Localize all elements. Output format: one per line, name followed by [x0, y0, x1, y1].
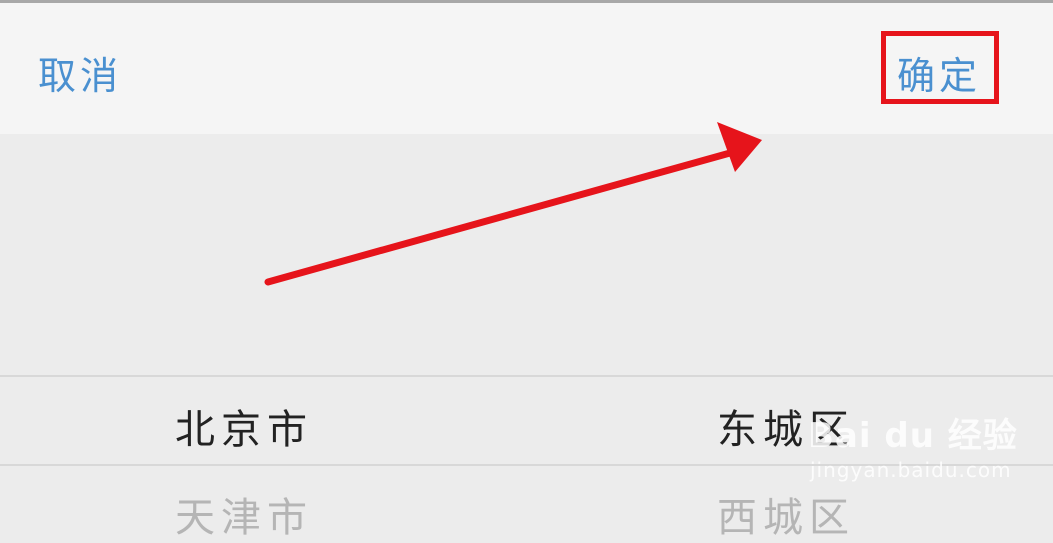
district-next[interactable]: 西城区 — [717, 485, 855, 543]
province-selected[interactable]: 北京市 — [175, 397, 313, 455]
selection-top-line — [0, 375, 1053, 377]
province-next[interactable]: 天津市 — [175, 485, 313, 543]
watermark-url: jingyan.baidu.com — [810, 458, 1012, 482]
confirm-highlight-box — [881, 31, 999, 104]
watermark-brand: Bai du 经验 — [808, 416, 1018, 456]
cancel-button[interactable]: 取消 — [38, 45, 122, 100]
picker-toolbar: 取消 确定 — [0, 3, 1053, 134]
